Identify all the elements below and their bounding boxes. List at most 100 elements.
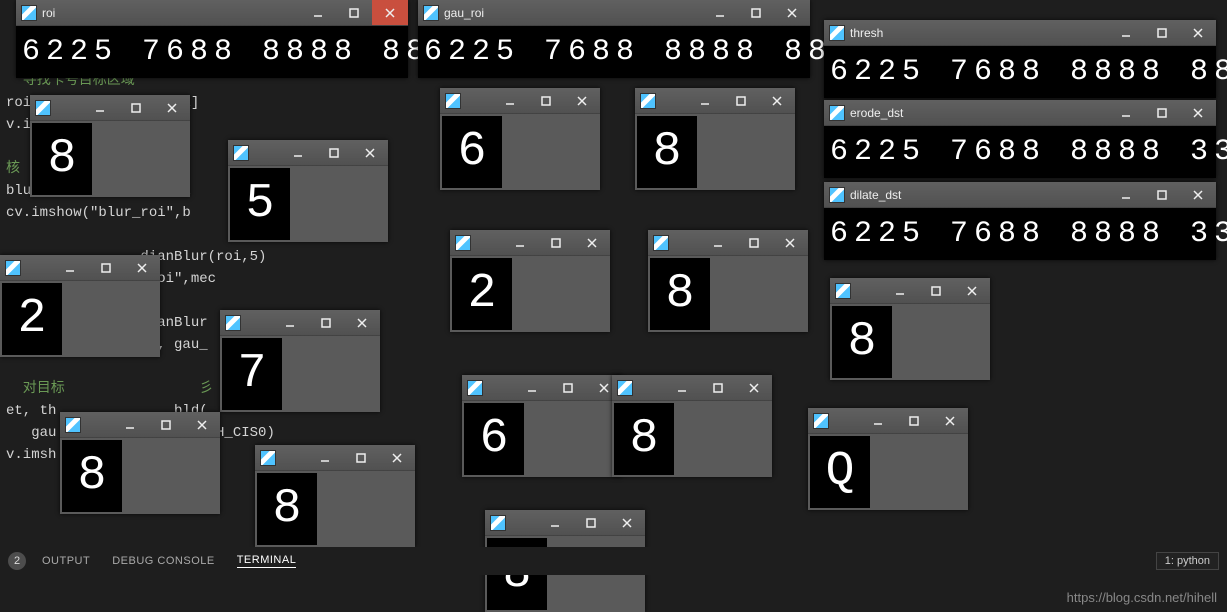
minimize-button[interactable] — [272, 310, 308, 335]
minimize-button[interactable] — [687, 88, 723, 113]
minimize-button[interactable] — [664, 375, 700, 400]
tab-debug-console[interactable]: DEBUG CONSOLE — [112, 555, 214, 567]
maximize-button[interactable] — [316, 140, 352, 165]
maximize-button[interactable] — [148, 412, 184, 437]
minimize-button[interactable] — [52, 255, 88, 280]
minimize-button[interactable] — [1108, 100, 1144, 125]
digit-window[interactable]: 8 — [30, 95, 190, 197]
close-button[interactable] — [954, 278, 990, 303]
close-button[interactable] — [124, 255, 160, 280]
titlebar[interactable] — [830, 278, 990, 304]
image-window[interactable]: gau_roi 6225 7688 8888 8888 — [418, 0, 810, 78]
close-button[interactable] — [372, 0, 408, 25]
close-button[interactable] — [772, 230, 808, 255]
titlebar[interactable]: dilate_dst — [824, 182, 1216, 208]
close-button[interactable] — [1180, 100, 1216, 125]
minimize-button[interactable] — [702, 0, 738, 25]
maximize-button[interactable] — [88, 255, 124, 280]
titlebar[interactable] — [462, 375, 622, 401]
minimize-button[interactable] — [280, 140, 316, 165]
digit-window[interactable]: 5 — [228, 140, 388, 242]
maximize-button[interactable] — [528, 88, 564, 113]
minimize-button[interactable] — [860, 408, 896, 433]
tab-terminal[interactable]: TERMINAL — [237, 554, 297, 568]
minimize-button[interactable] — [492, 88, 528, 113]
close-button[interactable] — [564, 88, 600, 113]
minimize-button[interactable] — [700, 230, 736, 255]
titlebar[interactable] — [255, 445, 415, 471]
digit-window[interactable]: 8 — [830, 278, 990, 380]
image-window[interactable]: dilate_dst 6225 7688 8888 3388 — [824, 182, 1216, 260]
maximize-button[interactable] — [736, 230, 772, 255]
digit-window[interactable]: 8 — [648, 230, 808, 332]
maximize-button[interactable] — [738, 0, 774, 25]
digit-window[interactable]: 2 — [0, 255, 160, 357]
tab-output[interactable]: OUTPUT — [42, 555, 90, 567]
minimize-button[interactable] — [1108, 20, 1144, 45]
maximize-button[interactable] — [550, 375, 586, 400]
close-button[interactable] — [609, 510, 645, 535]
digit-window[interactable]: 7 — [220, 310, 380, 412]
titlebar[interactable] — [60, 412, 220, 438]
close-button[interactable] — [932, 408, 968, 433]
problems-badge[interactable]: 2 — [8, 552, 26, 570]
titlebar[interactable] — [635, 88, 795, 114]
close-button[interactable] — [1180, 20, 1216, 45]
maximize-button[interactable] — [538, 230, 574, 255]
digit-window[interactable]: Q — [808, 408, 968, 510]
close-button[interactable] — [352, 140, 388, 165]
maximize-button[interactable] — [573, 510, 609, 535]
minimize-button[interactable] — [307, 445, 343, 470]
titlebar[interactable] — [228, 140, 388, 166]
close-button[interactable] — [344, 310, 380, 335]
maximize-button[interactable] — [700, 375, 736, 400]
minimize-button[interactable] — [112, 412, 148, 437]
image-window[interactable]: thresh 6225 7688 8888 8888 — [824, 20, 1216, 98]
maximize-button[interactable] — [1144, 20, 1180, 45]
maximize-button[interactable] — [1144, 182, 1180, 207]
minimize-button[interactable] — [537, 510, 573, 535]
titlebar[interactable]: gau_roi — [418, 0, 810, 26]
minimize-button[interactable] — [1108, 182, 1144, 207]
titlebar[interactable]: roi — [16, 0, 408, 26]
minimize-button[interactable] — [300, 0, 336, 25]
titlebar[interactable] — [30, 95, 190, 121]
maximize-button[interactable] — [308, 310, 344, 335]
close-button[interactable] — [1180, 182, 1216, 207]
minimize-button[interactable] — [882, 278, 918, 303]
titlebar[interactable]: erode_dst — [824, 100, 1216, 126]
titlebar[interactable] — [220, 310, 380, 336]
image-window[interactable]: erode_dst 6225 7688 8888 3388 — [824, 100, 1216, 178]
digit-window[interactable]: 6 — [440, 88, 600, 190]
close-button[interactable] — [736, 375, 772, 400]
titlebar[interactable] — [808, 408, 968, 434]
close-button[interactable] — [774, 0, 810, 25]
titlebar[interactable]: thresh — [824, 20, 1216, 46]
digit-window[interactable]: 6 — [462, 375, 622, 477]
digit-window[interactable]: 8 — [60, 412, 220, 514]
terminal-selector[interactable]: 1: python — [1156, 552, 1219, 570]
close-button[interactable] — [759, 88, 795, 113]
minimize-button[interactable] — [82, 95, 118, 120]
titlebar[interactable] — [450, 230, 610, 256]
titlebar[interactable] — [0, 255, 160, 281]
digit-window[interactable]: 8 — [255, 445, 415, 547]
titlebar[interactable] — [612, 375, 772, 401]
maximize-button[interactable] — [896, 408, 932, 433]
close-button[interactable] — [379, 445, 415, 470]
minimize-button[interactable] — [502, 230, 538, 255]
maximize-button[interactable] — [118, 95, 154, 120]
titlebar[interactable] — [648, 230, 808, 256]
digit-window[interactable]: 8 — [612, 375, 772, 477]
titlebar[interactable] — [485, 510, 645, 536]
digit-window[interactable]: 2 — [450, 230, 610, 332]
maximize-button[interactable] — [918, 278, 954, 303]
close-button[interactable] — [574, 230, 610, 255]
image-window[interactable]: roi 6225 7688 8888 8888 — [16, 0, 408, 78]
titlebar[interactable] — [440, 88, 600, 114]
close-button[interactable] — [154, 95, 190, 120]
digit-window[interactable]: 8 — [635, 88, 795, 190]
maximize-button[interactable] — [1144, 100, 1180, 125]
maximize-button[interactable] — [723, 88, 759, 113]
maximize-button[interactable] — [336, 0, 372, 25]
